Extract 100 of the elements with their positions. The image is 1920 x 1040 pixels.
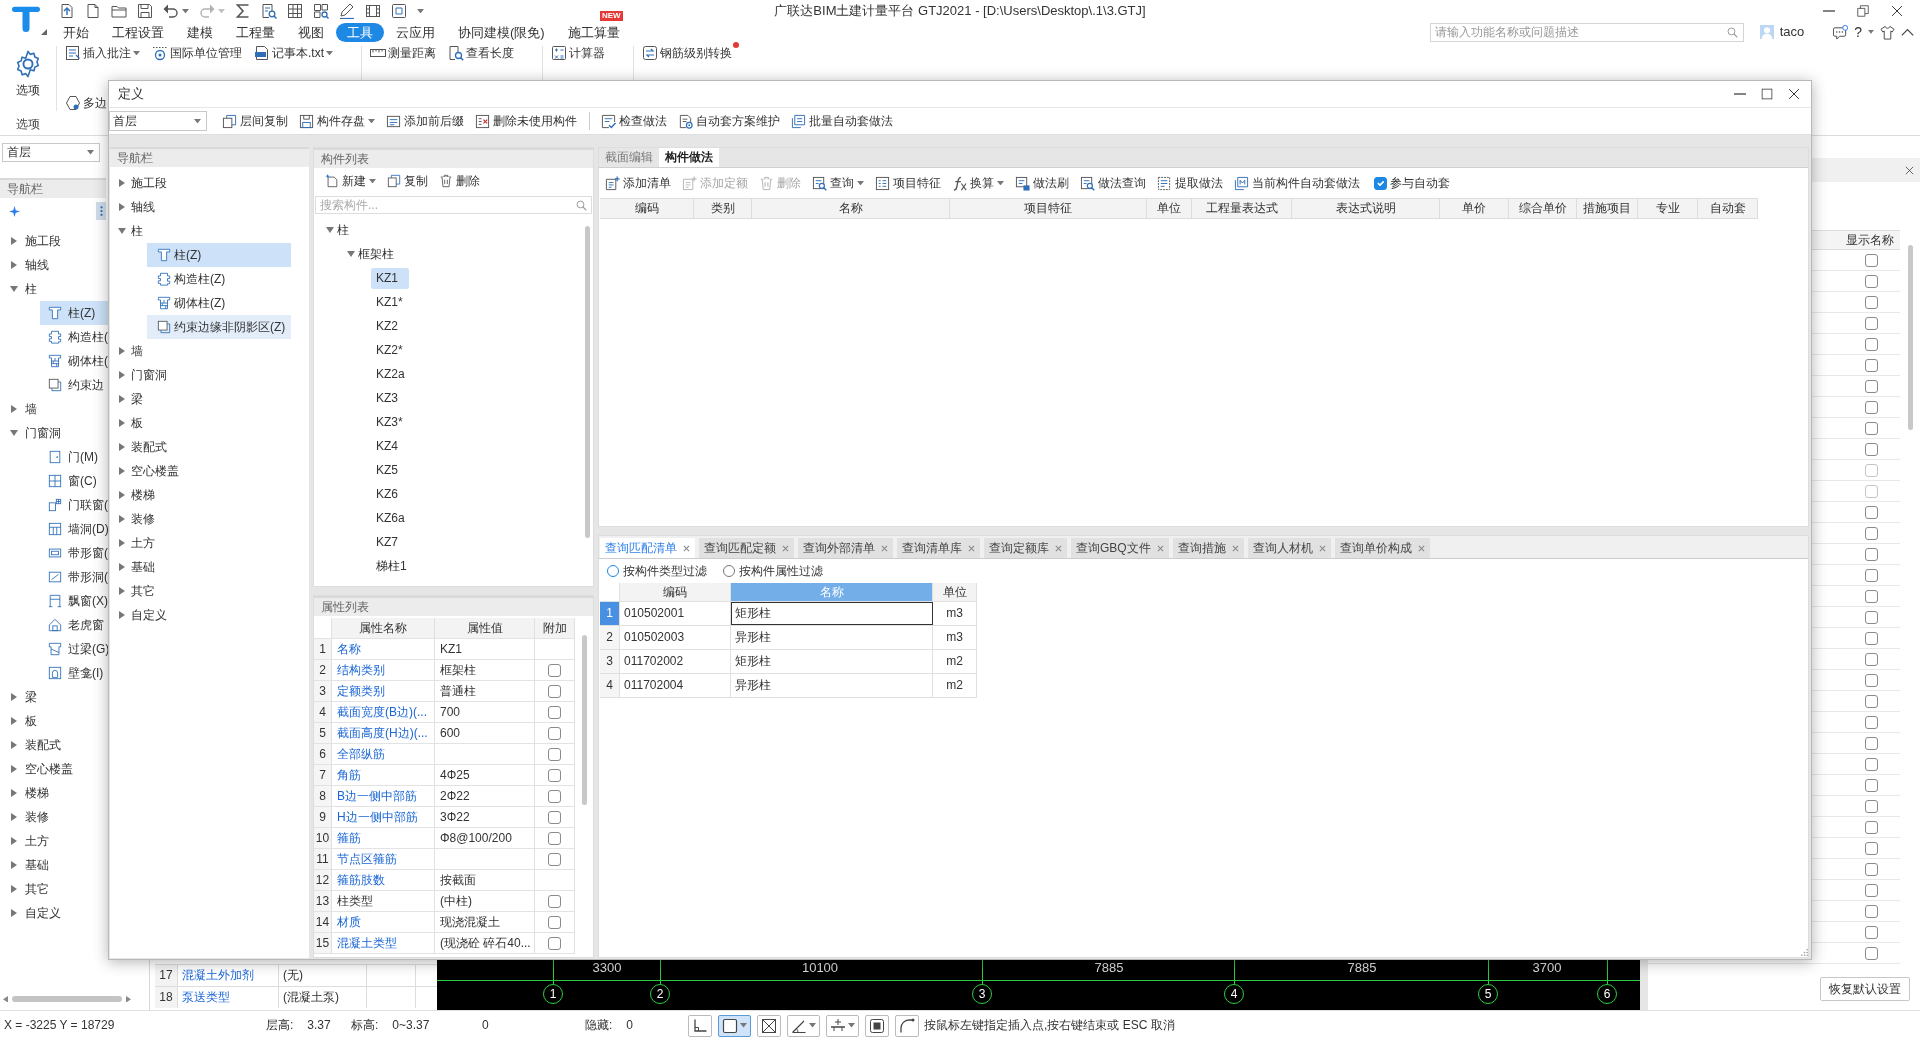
checkbox[interactable] — [1865, 946, 1878, 960]
tree-item[interactable]: 带形洞( — [40, 565, 108, 589]
checkbox[interactable] — [1865, 505, 1878, 519]
toolbar-button[interactable]: 项目特征 — [872, 173, 944, 193]
tab[interactable]: 查询外部清单 — [798, 538, 893, 558]
tree-item[interactable]: 砌体柱( — [40, 349, 108, 373]
tree-item[interactable]: 窗(C) — [40, 469, 108, 493]
tool-button[interactable] — [895, 1014, 919, 1037]
tree-item[interactable]: 基础 — [0, 853, 49, 877]
caret-right-icon[interactable] — [11, 741, 17, 749]
toolbar-button[interactable]: 删除 — [436, 171, 483, 191]
corner-caret-icon[interactable] — [41, 29, 47, 35]
toolbar-button[interactable]: 提取做法 — [1154, 173, 1226, 193]
shirt-icon[interactable] — [1880, 24, 1895, 40]
caret-right-icon[interactable] — [11, 237, 17, 245]
ribbon-button[interactable]: 测量距离 — [370, 44, 436, 62]
toolbar-button[interactable]: 新建 — [322, 171, 379, 191]
tree-item[interactable]: 空心楼盖 — [0, 757, 73, 781]
tree-item[interactable]: 带形窗( — [40, 541, 108, 565]
tool-button[interactable] — [787, 1014, 820, 1037]
undo-icon[interactable] — [163, 3, 179, 19]
tree-item[interactable]: KZ6 — [371, 483, 409, 505]
column-header[interactable]: 单位 — [933, 583, 977, 601]
tree-item[interactable]: KZ2a — [371, 363, 410, 385]
menu-tab[interactable]: 工程设置 — [101, 22, 175, 42]
checkbox[interactable] — [548, 768, 561, 782]
menu-tab[interactable]: 工程量 — [225, 22, 286, 42]
tree-item[interactable]: KZ2* — [371, 339, 409, 361]
toolbar-button[interactable]: 层间复制 — [219, 111, 291, 131]
toolbar-button[interactable]: 换算 — [949, 173, 1007, 193]
tree-item[interactable]: 其它 — [0, 877, 49, 901]
checkbox[interactable] — [1865, 883, 1878, 897]
toolbar-button[interactable]: 做法刷 — [1012, 173, 1072, 193]
caret-right-icon[interactable] — [119, 179, 125, 187]
caret-right-icon[interactable] — [11, 693, 17, 701]
tree-item[interactable]: 装配式 — [110, 435, 167, 459]
tree-item[interactable]: 轴线 — [110, 195, 155, 219]
caret-right-icon[interactable] — [11, 765, 17, 773]
tab[interactable]: 查询清单库 — [897, 538, 980, 558]
floor-dropdown[interactable]: 首层 — [2, 143, 100, 162]
save-icon[interactable] — [137, 3, 153, 19]
help-button[interactable]: ? — [1854, 24, 1862, 40]
caret-right-icon[interactable] — [11, 837, 17, 845]
checkbox[interactable] — [1865, 400, 1878, 414]
tree-item[interactable]: 门联窗( — [40, 493, 108, 517]
checkbox[interactable] — [548, 705, 561, 719]
ribbon-button[interactable]: 国际单位管理 — [152, 44, 242, 62]
user-name[interactable]: taco — [1779, 23, 1805, 41]
caret-right-icon[interactable] — [11, 405, 17, 413]
tree-item[interactable]: KZ1 — [371, 267, 409, 289]
resize-grip-icon[interactable] — [1800, 948, 1809, 957]
checkbox[interactable] — [1865, 862, 1878, 876]
radio-label[interactable]: 按构件属性过滤 — [739, 563, 823, 579]
checkbox[interactable] — [1865, 757, 1878, 771]
grid-search-icon[interactable] — [313, 3, 329, 19]
sparkle-icon[interactable] — [9, 205, 20, 217]
tree-item[interactable]: 自定义 — [0, 901, 61, 925]
more-button[interactable] — [96, 202, 106, 220]
checkbox[interactable] — [1865, 925, 1878, 939]
caret-icon[interactable] — [1868, 30, 1874, 34]
toolbar-button[interactable]: 复制 — [384, 171, 431, 191]
checkbox[interactable] — [1374, 176, 1387, 190]
new-file-icon[interactable] — [85, 3, 101, 19]
checkbox[interactable] — [1865, 652, 1878, 666]
checkbox[interactable] — [1865, 442, 1878, 456]
tree-item[interactable]: KZ1* — [371, 291, 409, 313]
tree-item[interactable]: 装修 — [0, 805, 49, 829]
menu-tab[interactable]: 施工算量 — [556, 22, 631, 42]
caret-right-icon[interactable] — [119, 203, 125, 211]
chat-icon[interactable] — [1833, 24, 1849, 40]
toolbar-button[interactable]: 检查做法 — [598, 111, 670, 131]
tab[interactable]: 查询单价构成 — [1334, 538, 1430, 558]
caret-right-icon[interactable] — [119, 419, 125, 427]
toolbar-button[interactable]: 删除未使用构件 — [472, 111, 580, 131]
caret-right-icon[interactable] — [119, 539, 125, 547]
checkbox[interactable] — [1865, 421, 1878, 435]
tree-item[interactable]: KZ2 — [371, 315, 409, 337]
tab[interactable]: 截面编辑 — [599, 148, 659, 167]
toolbar-button[interactable]: 批量自动套做法 — [788, 111, 896, 131]
checkbox[interactable] — [1865, 526, 1878, 540]
caret-down-icon[interactable] — [326, 227, 334, 233]
menu-tab[interactable]: 建模 — [176, 22, 224, 42]
checkbox[interactable] — [1865, 316, 1878, 330]
caret-right-icon[interactable] — [11, 261, 17, 269]
tree-item[interactable]: KZ7 — [371, 531, 409, 553]
tree-item[interactable]: 门窗洞 — [110, 363, 167, 387]
tree-item[interactable]: 土方 — [110, 531, 155, 555]
tree-item[interactable]: 柱 — [314, 218, 349, 242]
tree-item[interactable]: 柱 — [0, 277, 37, 301]
caret-right-icon[interactable] — [11, 909, 17, 917]
menu-tab[interactable]: 云应用 — [385, 22, 446, 42]
tree-item[interactable]: 构造柱(Z) — [147, 267, 291, 291]
checkbox[interactable] — [1865, 820, 1878, 834]
tree-item[interactable]: 过梁(G) — [40, 637, 110, 661]
tool-button[interactable] — [718, 1014, 751, 1037]
checkbox[interactable] — [548, 936, 561, 950]
tree-item[interactable]: 柱 — [110, 219, 143, 243]
layout-icon[interactable] — [391, 3, 407, 19]
checkbox[interactable] — [548, 684, 561, 698]
tree-item[interactable]: 约束边缘非阴影区(Z) — [147, 315, 291, 339]
